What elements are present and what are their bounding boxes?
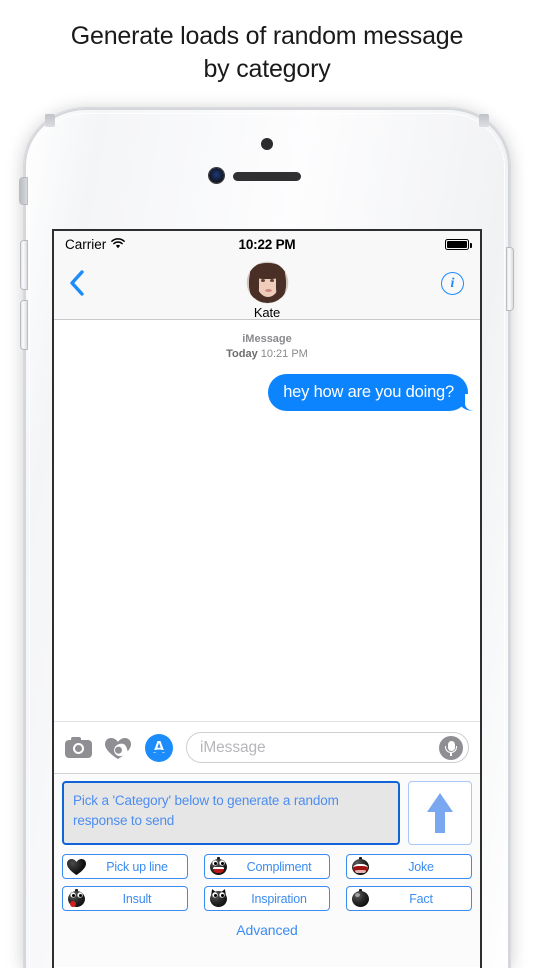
message-input-field[interactable]: iMessage: [186, 732, 469, 763]
category-label: Compliment: [246, 859, 312, 874]
message-row: hey how are you doing?: [64, 373, 474, 412]
battery-full-icon: [445, 239, 472, 250]
mute-switch-button[interactable]: [20, 178, 27, 204]
message-time: 10:21 PM: [260, 347, 308, 360]
category-button-insult[interactable]: Insult: [62, 886, 188, 911]
face-eye-right: [219, 892, 225, 898]
thread-meta: iMessage Today 10:21 PM: [64, 332, 470, 362]
heart-shape: [67, 859, 86, 875]
avatar-hair-left: [248, 268, 259, 298]
front-camera-icon: [209, 168, 224, 183]
status-bar: Carrier 10:22 PM: [54, 231, 480, 258]
face-eye-right: [77, 892, 83, 898]
black-heart-icon: [67, 857, 86, 876]
category-label: Inspiration: [251, 891, 307, 906]
face-mouth: [213, 867, 224, 873]
category-button-fact[interactable]: Fact: [346, 886, 472, 911]
message-day: Today: [226, 347, 258, 360]
conversation-nav-bar: Kate i: [54, 258, 480, 320]
app-store-icon[interactable]: A: [145, 733, 173, 762]
message-timestamp: Today 10:21 PM: [64, 347, 470, 362]
info-glyph: i: [450, 275, 455, 291]
imessage-input-bar: A iMessage: [54, 721, 480, 773]
plain-black-face-icon: [351, 889, 370, 908]
category-label: Insult: [122, 891, 152, 906]
conversation-thread: iMessage Today 10:21 PM hey how are you …: [54, 320, 480, 721]
digital-touch-heart-icon[interactable]: [105, 736, 132, 759]
category-label: Fact: [409, 891, 433, 906]
face-teeth: [213, 867, 224, 870]
face-eye-left: [212, 860, 218, 866]
avatar-eye-right: [269, 279, 274, 282]
face-wide-mouth: [353, 864, 368, 873]
contact-header[interactable]: Kate: [246, 258, 288, 320]
message-bubble-outgoing[interactable]: hey how are you doing?: [268, 373, 474, 412]
category-button-inspiration[interactable]: Inspiration: [204, 886, 330, 911]
tongue-out-face-icon: [67, 889, 86, 908]
category-label: Joke: [408, 859, 434, 874]
category-button-grid: Pick up line Compliment Joke Insult Insp…: [62, 854, 472, 911]
devil-face-icon: [209, 888, 228, 908]
phone-screen: Carrier 10:22 PM Kate i iMessage Today 1…: [54, 231, 480, 968]
app-store-glyph: A: [152, 737, 166, 757]
avatar[interactable]: [246, 262, 288, 303]
proximity-sensor-icon: [261, 138, 273, 150]
avatar-eye-left: [260, 279, 265, 282]
contact-name: Kate: [253, 305, 281, 320]
generated-response-textbox[interactable]: Pick a 'Category' below to generate a ra…: [62, 781, 400, 845]
power-button[interactable]: [507, 248, 513, 310]
app-store-bar: [151, 749, 167, 752]
avatar-lips: [264, 289, 272, 292]
extension-top-row: Pick a 'Category' below to generate a ra…: [62, 781, 472, 845]
volume-up-button[interactable]: [21, 241, 27, 289]
page-title-line-2: by category: [203, 55, 331, 83]
laughing-face-icon: [209, 857, 228, 876]
earpiece-speaker: [233, 172, 301, 181]
page-title-line-1: Generate loads of random message: [70, 22, 464, 50]
info-circle-icon[interactable]: i: [441, 272, 464, 295]
camera-lens: [73, 743, 84, 754]
volume-down-button[interactable]: [21, 301, 27, 349]
arrow-shaft: [435, 809, 445, 833]
send-button[interactable]: [408, 781, 472, 845]
antenna-band-left: [45, 114, 55, 127]
open-mouth-face-icon: [351, 857, 370, 876]
face-eye-left: [70, 892, 76, 898]
category-label: Pick up line: [106, 859, 168, 874]
camera-icon[interactable]: [65, 737, 92, 758]
category-button-joke[interactable]: Joke: [346, 854, 472, 879]
face-eye-right: [219, 860, 225, 866]
microphone-icon[interactable]: [439, 735, 463, 760]
back-chevron-icon[interactable]: [68, 270, 86, 296]
face-eye-left: [212, 892, 218, 898]
page-title: Generate loads of random message by cate…: [0, 0, 534, 86]
advanced-link-wrapper: Advanced: [62, 922, 472, 940]
category-button-compliment[interactable]: Compliment: [204, 854, 330, 879]
iphone-mockup: Carrier 10:22 PM Kate i iMessage Today 1…: [11, 108, 523, 968]
antenna-band-right: [479, 114, 489, 127]
message-input-placeholder: iMessage: [200, 738, 266, 756]
mic-stem: [450, 751, 452, 756]
advanced-link[interactable]: Advanced: [236, 922, 298, 938]
app-extension-panel: Pick a 'Category' below to generate a ra…: [54, 773, 480, 967]
face-highlight: [355, 893, 360, 897]
status-bar-clock: 10:22 PM: [238, 237, 296, 252]
category-button-pick-up-line[interactable]: Pick up line: [62, 854, 188, 879]
avatar-hair-right: [275, 268, 286, 298]
send-arrow-up-icon: [427, 793, 453, 833]
status-bar-right: [445, 239, 472, 250]
face-tongue: [70, 901, 76, 907]
battery-fill: [447, 241, 467, 248]
message-service-label: iMessage: [242, 333, 292, 345]
